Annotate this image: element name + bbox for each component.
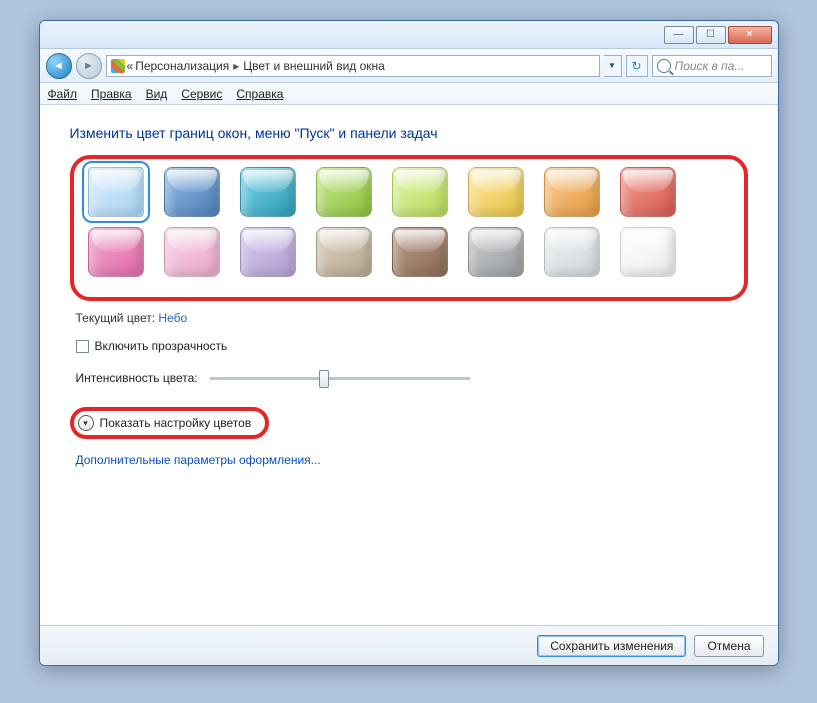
advanced-appearance-link[interactable]: Дополнительные параметры оформления... (76, 453, 321, 467)
intensity-label: Интенсивность цвета: (76, 371, 198, 385)
transparency-label[interactable]: Включить прозрачность (95, 339, 228, 353)
maximize-button[interactable]: ☐ (696, 26, 726, 44)
address-dropdown-button[interactable]: ▼ (604, 55, 622, 77)
current-color-value: Небо (158, 311, 187, 325)
intensity-slider-thumb[interactable] (319, 370, 329, 388)
color-swatch[interactable] (620, 167, 676, 217)
breadcrumb-prefix: « (127, 59, 134, 73)
save-button[interactable]: Сохранить изменения (537, 635, 686, 657)
menu-help[interactable]: Справка (236, 87, 283, 101)
menu-file[interactable]: Файл (48, 87, 78, 101)
color-swatch[interactable] (164, 227, 220, 277)
breadcrumb-item-1[interactable]: Персонализация (135, 59, 229, 73)
close-button[interactable]: ✕ (728, 26, 772, 44)
color-swatch[interactable] (164, 167, 220, 217)
palette-row-2 (84, 227, 734, 277)
menubar: Файл Правка Вид Сервис Справка (40, 83, 778, 105)
content-area: Изменить цвет границ окон, меню "Пуск" и… (40, 105, 778, 625)
transparency-row: Включить прозрачность (76, 339, 748, 353)
navbar: ◄ ► « Персонализация ▸ Цвет и внешний ви… (40, 49, 778, 83)
titlebar: — ☐ ✕ (40, 21, 778, 49)
color-swatch[interactable] (620, 227, 676, 277)
color-swatch[interactable] (544, 167, 600, 217)
menu-view[interactable]: Вид (146, 87, 168, 101)
intensity-slider[interactable] (210, 377, 470, 380)
search-icon (657, 59, 671, 73)
cancel-button-label: Отмена (707, 639, 750, 653)
nav-back-button[interactable]: ◄ (46, 53, 72, 79)
color-swatch[interactable] (240, 167, 296, 217)
minimize-button[interactable]: — (664, 26, 694, 44)
color-palette-highlight (70, 155, 748, 301)
color-swatch[interactable] (544, 227, 600, 277)
color-swatch[interactable] (392, 167, 448, 217)
color-swatch[interactable] (316, 167, 372, 217)
nav-forward-button[interactable]: ► (76, 53, 102, 79)
address-bar[interactable]: « Персонализация ▸ Цвет и внешний вид ок… (106, 55, 600, 77)
search-placeholder: Поиск в па... (675, 59, 745, 73)
intensity-row: Интенсивность цвета: (76, 371, 748, 385)
menu-edit[interactable]: Правка (91, 87, 132, 101)
show-color-mixer-link[interactable]: ▾ Показать настройку цветов (70, 407, 270, 439)
current-color-label: Текущий цвет: (76, 311, 156, 325)
breadcrumb-item-2[interactable]: Цвет и внешний вид окна (243, 59, 385, 73)
show-color-mixer-label: Показать настройку цветов (100, 416, 252, 430)
transparency-checkbox[interactable] (76, 340, 89, 353)
search-input[interactable]: Поиск в па... (652, 55, 772, 77)
save-button-label: Сохранить изменения (550, 639, 673, 653)
chevron-right-icon: ▸ (233, 59, 239, 73)
current-color-row: Текущий цвет: Небо (76, 311, 748, 325)
refresh-button[interactable]: ↻ (626, 55, 648, 77)
chevron-down-icon: ▾ (78, 415, 94, 431)
window-controls: — ☐ ✕ (664, 26, 772, 44)
bottom-bar: Сохранить изменения Отмена (40, 625, 778, 665)
color-swatch[interactable] (88, 167, 144, 217)
color-swatch[interactable] (468, 167, 524, 217)
color-swatch[interactable] (392, 227, 448, 277)
menu-tools[interactable]: Сервис (181, 87, 222, 101)
color-swatch[interactable] (88, 227, 144, 277)
window: — ☐ ✕ ◄ ► « Персонализация ▸ Цвет и внеш… (39, 20, 779, 666)
color-swatch[interactable] (240, 227, 296, 277)
page-title: Изменить цвет границ окон, меню "Пуск" и… (70, 125, 748, 141)
palette-row-1 (84, 167, 734, 217)
color-swatch[interactable] (316, 227, 372, 277)
cancel-button[interactable]: Отмена (694, 635, 763, 657)
color-swatch[interactable] (468, 227, 524, 277)
control-panel-icon (111, 59, 125, 73)
